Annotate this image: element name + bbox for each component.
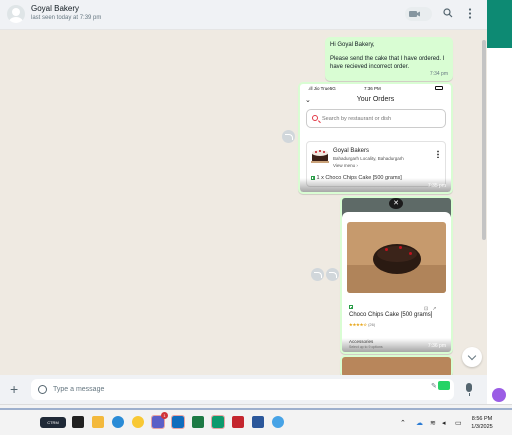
message-composer: + ✎ <box>0 375 487 404</box>
clock-time: 8:56 PM <box>471 416 493 422</box>
carrier-label: .ıll Jio True5G <box>308 86 336 91</box>
kebab-menu-icon <box>437 150 439 158</box>
cherry <box>385 248 388 251</box>
chat-header: Goyal Bakery last seen today at 7:39 pm <box>0 0 487 30</box>
rating-count: (26) <box>368 322 376 327</box>
battery-icon <box>435 86 443 90</box>
task-view-icon[interactable] <box>72 416 84 428</box>
whatsapp-window: Goyal Bakery last seen today at 7:39 pm … <box>0 0 487 404</box>
whatsapp-taskbar-icon[interactable] <box>211 415 225 429</box>
file-explorer-icon[interactable] <box>92 416 104 428</box>
message-input-box <box>31 379 454 400</box>
battery-icon[interactable]: ▭ <box>455 419 462 427</box>
view-menu-link: View menu › <box>333 163 358 168</box>
message-body: Please send the cake that I have ordered… <box>330 56 445 70</box>
clock-date: 1/3/2025 <box>471 424 493 430</box>
message-time: 7:34 pm <box>429 71 448 77</box>
product-title-text: Choco Chips Cake [500 grams] <box>349 312 433 318</box>
last-seen-status: last seen today at 7:39 pm <box>31 15 102 21</box>
chrome-icon[interactable] <box>132 416 144 428</box>
more-options-icon[interactable] <box>468 8 472 19</box>
teams-icon[interactable]: 1 <box>151 412 168 429</box>
taskbar-divider <box>0 408 512 410</box>
outgoing-text-message[interactable]: Hi Goyal Bakery, Please send the cake th… <box>325 37 453 81</box>
forward-icon[interactable] <box>326 268 339 281</box>
speaker-icon[interactable]: ◂ <box>442 419 446 427</box>
veg-icon <box>349 305 353 310</box>
app-r-icon[interactable] <box>232 416 244 428</box>
onedrive-icon[interactable]: ☁ <box>416 419 423 427</box>
teams-badge: 1 <box>161 412 168 419</box>
chocolate-cake <box>373 244 421 274</box>
close-icon: ✕ <box>389 198 403 209</box>
image-time: 7:35 pm <box>427 183 446 189</box>
excel-icon[interactable] <box>192 416 204 428</box>
contact-avatar[interactable] <box>7 5 25 23</box>
phone-status-bar: .ıll Jio True5G 7:36 PM <box>300 84 451 92</box>
emoji-sticker-icon[interactable] <box>38 385 47 394</box>
contact-name[interactable]: Goyal Bakery <box>31 4 79 13</box>
word-icon[interactable] <box>252 416 264 428</box>
wifi-icon[interactable]: ≋ <box>430 419 436 427</box>
cake-thumbnail-icon <box>311 150 329 163</box>
weather-widget[interactable]: CTRM <box>40 417 66 428</box>
chevron-up-icon[interactable]: ⌃ <box>400 419 406 427</box>
taskbar-clock[interactable]: 8:56 PM 1/3/2025 <box>468 415 496 431</box>
chat-scrollbar[interactable] <box>482 40 486 240</box>
order-screenshot: .ıll Jio True5G 7:36 PM ⌄ Your Orders Se… <box>300 84 451 192</box>
product-title: Choco Chips Cake [500 grams] <box>349 305 432 319</box>
restaurant-name: Goyal Bakers <box>333 148 370 154</box>
product-screenshot: ✕ Choco Chips Cake [500 grams] ⊡↗ ★★★★☆ … <box>342 198 451 352</box>
outgoing-image-partial[interactable] <box>340 355 453 377</box>
edge-icon[interactable] <box>112 416 124 428</box>
image-time: 7:36 pm <box>427 343 446 349</box>
pen-icon[interactable]: ✎ <box>431 382 437 390</box>
search-icon[interactable] <box>443 8 453 18</box>
outgoing-image-order-screenshot[interactable]: .ıll Jio True5G 7:36 PM ⌄ Your Orders Se… <box>298 82 453 194</box>
message-input[interactable] <box>53 382 433 397</box>
windows-taskbar: CTRM 1 ⌃ ☁ ≋ ◂ ▭ 8:56 PM 1/3/2025 <box>0 404 512 435</box>
video-camera-icon <box>409 11 420 17</box>
outlook-icon[interactable] <box>171 415 185 429</box>
product-sheet: Choco Chips Cake [500 grams] ⊡↗ ★★★★☆ (2… <box>342 212 451 352</box>
orders-search-box: Search by restaurant or dish <box>306 109 446 128</box>
restaurant-location: Bahadurgarh Locality, Bahadurgarh <box>333 156 404 161</box>
orders-title: Your Orders <box>356 96 395 103</box>
cake-photo <box>347 222 446 293</box>
accent-bar <box>487 0 512 48</box>
scroll-to-bottom-button[interactable] <box>462 347 482 367</box>
emoji-react-icon[interactable] <box>311 268 324 281</box>
copilot-icon[interactable] <box>492 388 506 402</box>
window-side-strip <box>487 0 512 404</box>
phone-time: 7:36 PM <box>364 86 381 91</box>
message-greeting: Hi Goyal Bakery, <box>330 42 375 48</box>
search-icon <box>312 115 318 121</box>
meta-ai-icon[interactable] <box>438 381 450 390</box>
rating-stars: ★★★★☆ <box>349 322 367 327</box>
attach-plus-icon[interactable]: + <box>10 382 18 396</box>
search-placeholder: Search by restaurant or dish <box>322 116 392 122</box>
outgoing-image-product-screenshot[interactable]: ✕ Choco Chips Cake [500 grams] ⊡↗ ★★★★☆ … <box>340 196 453 354</box>
image-preview <box>342 357 451 377</box>
video-call-button[interactable] <box>405 7 432 21</box>
cherry <box>399 246 402 249</box>
microphone-icon[interactable] <box>466 383 472 396</box>
forward-icon[interactable] <box>282 130 295 143</box>
product-action-icons: ⊡↗ <box>424 306 441 312</box>
cherry <box>409 252 412 255</box>
rating: ★★★★☆ (26) <box>349 322 375 327</box>
edge-dev-icon[interactable] <box>272 416 284 428</box>
